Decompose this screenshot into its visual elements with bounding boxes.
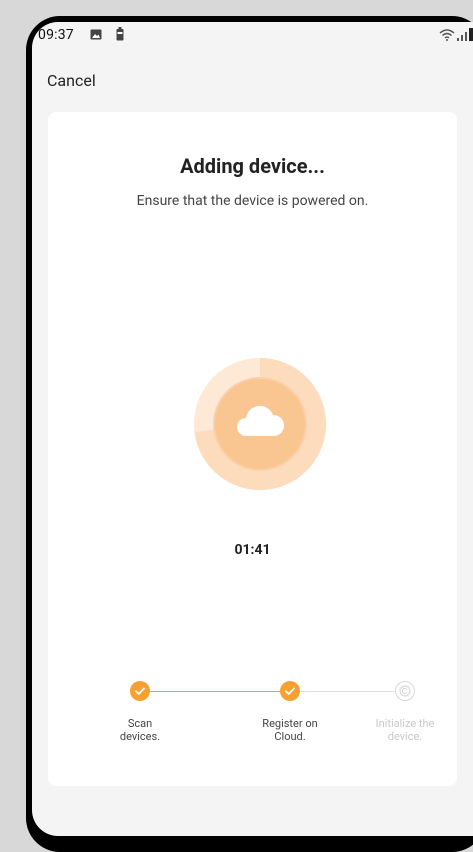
step-scan-label: Scan devices.: [119, 717, 161, 743]
page-subtitle: Ensure that the device is powered on.: [136, 193, 369, 209]
status-time: 09:37: [38, 27, 74, 43]
wifi-signal-icon: [439, 28, 473, 41]
image-icon: [90, 29, 102, 40]
check-icon: [285, 687, 295, 695]
cancel-button[interactable]: Cancel: [47, 71, 96, 90]
step-connector-done: [140, 691, 290, 692]
progress-ring: [194, 358, 326, 490]
app-screen: 09:37 Cancel Adding device... Ensure tha…: [32, 22, 473, 836]
check-icon: [135, 687, 145, 695]
step-register-check: [280, 681, 300, 701]
step-register-label: Register on Cloud.: [262, 717, 318, 743]
battery-icon: [116, 27, 124, 41]
page-title: Adding device...: [180, 154, 325, 178]
pending-circle-icon: [399, 685, 411, 697]
step-initialize-indicator: [395, 681, 415, 701]
step-initialize-label: Initialize the device.: [375, 717, 435, 743]
adding-device-card: Adding device... Ensure that the device …: [48, 112, 457, 786]
countdown-timer: 01:41: [234, 542, 271, 558]
step-scan-check: [130, 681, 150, 701]
step-connector-pending: [290, 691, 395, 692]
status-bar: 09:37: [32, 22, 473, 48]
